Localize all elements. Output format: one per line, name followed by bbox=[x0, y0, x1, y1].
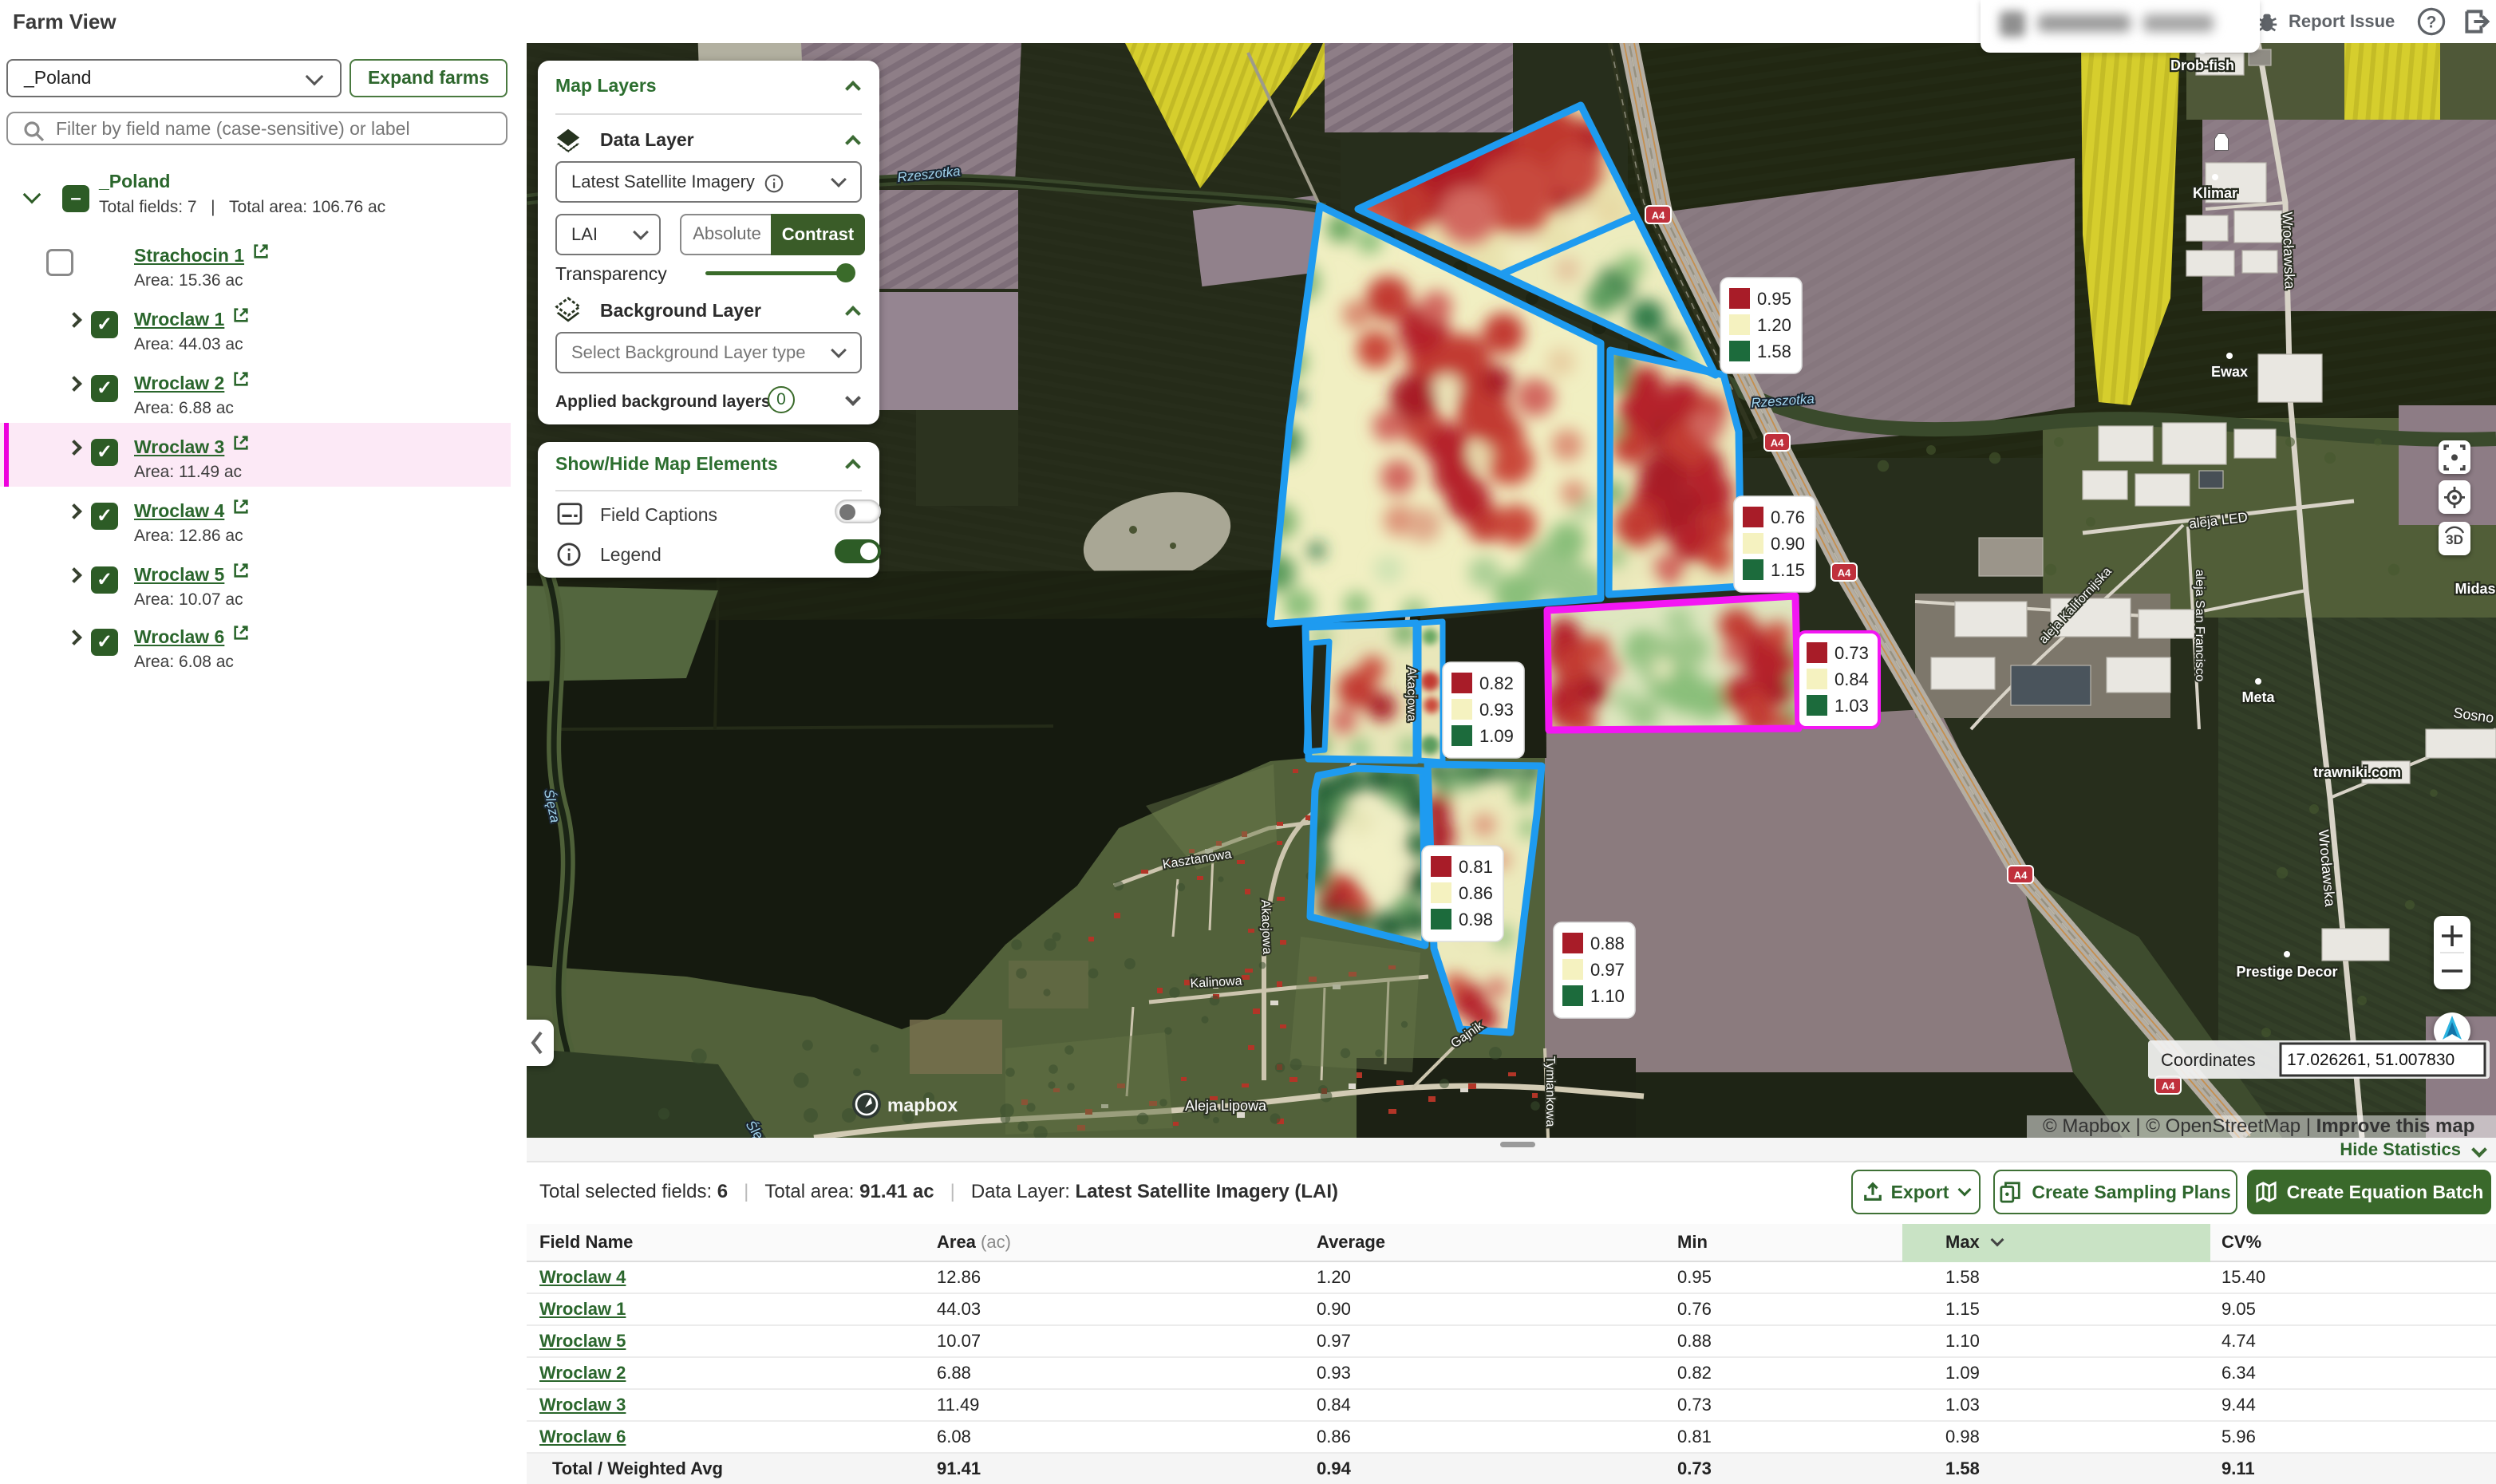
svg-text:0.97: 0.97 bbox=[1590, 960, 1625, 980]
svg-text:Ewax: Ewax bbox=[2211, 364, 2248, 380]
svg-text:aleja San Francisco: aleja San Francisco bbox=[2193, 570, 2206, 682]
svg-text:Klimar: Klimar bbox=[2193, 185, 2237, 201]
svg-text:0.81: 0.81 bbox=[1459, 857, 1493, 877]
svg-text:0.82: 0.82 bbox=[1479, 673, 1514, 693]
svg-text:0.90: 0.90 bbox=[1771, 534, 1805, 554]
svg-text:mapbox: mapbox bbox=[887, 1095, 958, 1115]
svg-text:Kalinowa: Kalinowa bbox=[1190, 974, 1242, 990]
svg-text:1.20: 1.20 bbox=[1757, 315, 1791, 335]
svg-text:0.98: 0.98 bbox=[1459, 910, 1493, 929]
svg-text:0.93: 0.93 bbox=[1479, 700, 1514, 720]
svg-text:3D: 3D bbox=[2446, 532, 2463, 547]
svg-text:Akacjowa: Akacjowa bbox=[1404, 667, 1418, 722]
svg-text:0.76: 0.76 bbox=[1771, 507, 1805, 527]
svg-text:Meta: Meta bbox=[2241, 689, 2275, 705]
svg-text:1.03: 1.03 bbox=[1834, 696, 1869, 716]
svg-text:17.026261, 51.007830: 17.026261, 51.007830 bbox=[2287, 1051, 2455, 1069]
svg-text:Midas: Midas bbox=[2455, 581, 2495, 597]
svg-text:A4: A4 bbox=[1838, 567, 1851, 579]
svg-text:0.84: 0.84 bbox=[1834, 669, 1869, 689]
svg-text:?: ? bbox=[2427, 14, 2437, 32]
svg-text:A4: A4 bbox=[2014, 870, 2028, 882]
svg-text:1.09: 1.09 bbox=[1479, 726, 1514, 746]
svg-text:Aleja Lipowa: Aleja Lipowa bbox=[1185, 1098, 1267, 1114]
svg-text:A4: A4 bbox=[1652, 210, 1665, 222]
svg-text:Akacjowa: Akacjowa bbox=[1258, 899, 1274, 954]
svg-text:0.95: 0.95 bbox=[1757, 289, 1791, 309]
svg-text:Coordinates: Coordinates bbox=[2161, 1050, 2256, 1070]
svg-text:© Mapbox | © OpenStreetMap | I: © Mapbox | © OpenStreetMap | Improve thi… bbox=[2043, 1115, 2474, 1137]
svg-text:0.73: 0.73 bbox=[1834, 643, 1869, 663]
svg-text:1.10: 1.10 bbox=[1590, 986, 1625, 1006]
svg-text:Wrocławska: Wrocławska bbox=[2279, 211, 2297, 290]
svg-text:1.15: 1.15 bbox=[1771, 560, 1805, 580]
svg-text:Prestige Decor: Prestige Decor bbox=[2236, 964, 2337, 980]
svg-text:0.86: 0.86 bbox=[1459, 883, 1493, 903]
svg-text:Drob-fish: Drob-fish bbox=[2170, 57, 2234, 73]
svg-text:0.88: 0.88 bbox=[1590, 933, 1625, 953]
svg-text:A4: A4 bbox=[1771, 437, 1784, 449]
svg-text:Tymiankowa: Tymiankowa bbox=[1543, 1056, 1557, 1127]
svg-text:trawniki.com: trawniki.com bbox=[2313, 764, 2401, 780]
svg-text:1.58: 1.58 bbox=[1757, 341, 1791, 361]
svg-text:A4: A4 bbox=[2162, 1080, 2175, 1092]
